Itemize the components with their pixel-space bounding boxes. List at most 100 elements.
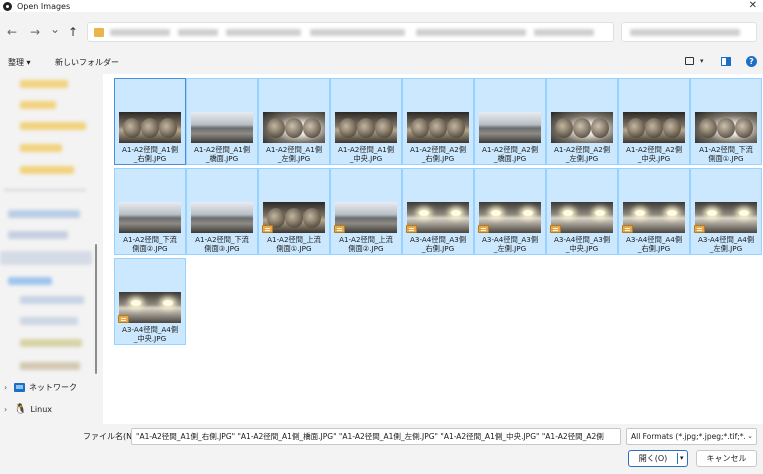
- image-file-type-icon: [622, 225, 633, 233]
- sidebar-item-blurred[interactable]: [8, 231, 68, 239]
- file-name-label: A1-A2径間_A2側 _右側.JPG: [403, 145, 473, 163]
- file-name-line: A1-A2径間_上流: [339, 235, 393, 244]
- file-name-label: A3-A4径間_A3側 _左側.JPG: [475, 235, 545, 253]
- sidebar-item-blurred[interactable]: [20, 144, 62, 152]
- sidebar-scrollbar[interactable]: [95, 244, 97, 374]
- preview-pane-icon[interactable]: [721, 57, 731, 66]
- file-name-line: A3-A4径間_A3側: [553, 235, 611, 244]
- sidebar-item-blurred[interactable]: [8, 210, 80, 218]
- file-thumbnail[interactable]: A1-A2径間_下流 側面②.JPG: [114, 168, 186, 255]
- file-name-line: _左側.JPG: [493, 244, 527, 253]
- sidebar-item-blurred[interactable]: [20, 362, 80, 370]
- file-thumbnail[interactable]: A1-A2径間_A1側 _橋面.JPG: [186, 78, 258, 165]
- panorama-image-preview: [335, 112, 397, 143]
- help-icon[interactable]: ?: [746, 56, 757, 67]
- window-title: Open Images: [17, 1, 71, 11]
- file-name-line: _左側.JPG: [277, 154, 311, 163]
- organize-button[interactable]: 整理 ▾: [8, 57, 31, 68]
- search-input[interactable]: [621, 22, 757, 42]
- file-thumbnail[interactable]: A3-A4径間_A4側 _左側.JPG: [690, 168, 762, 255]
- file-name-label: A1-A2径間_A2側 _橋面.JPG: [475, 145, 545, 163]
- panorama-image-preview: [119, 202, 181, 233]
- file-thumbnail[interactable]: A1-A2径間_A2側 _橋面.JPG: [474, 78, 546, 165]
- network-icon: [14, 383, 25, 392]
- file-thumbnail[interactable]: A1-A2径間_A2側 _右側.JPG: [402, 78, 474, 165]
- file-name-line: A1-A2径間_A1側: [265, 145, 323, 154]
- panorama-image-preview: [479, 112, 541, 143]
- recent-locations-chevron-icon[interactable]: ⌄: [50, 22, 60, 36]
- file-name-label: A1-A2径間_下流 側面①.JPG: [691, 145, 761, 163]
- panorama-image-preview: [407, 112, 469, 143]
- panorama-image-preview: [551, 112, 613, 143]
- file-name-label: A1-A2径間_上流 側面②.JPG: [331, 235, 401, 253]
- close-button[interactable]: ✕: [749, 0, 757, 12]
- image-file-type-icon: [262, 225, 273, 233]
- file-thumbnail[interactable]: A1-A2径間_下流 側面①.JPG: [690, 78, 762, 165]
- file-name-label: A1-A2径間_A2側 _中央.JPG: [619, 145, 689, 163]
- image-file-type-icon: [118, 315, 129, 323]
- file-thumbnail[interactable]: A1-A2径間_A1側 _右側.JPG: [114, 78, 186, 165]
- file-name-label: A1-A2径間_A1側 _右側.JPG: [115, 145, 185, 163]
- file-list-view[interactable]: A1-A2径間_A1側 _右側.JPG A1-A2径間_A1側 _橋面.JPG A1-A…: [103, 74, 763, 424]
- cancel-button[interactable]: キャンセル: [696, 450, 757, 467]
- file-name-line: 側面③.JPG: [204, 244, 240, 253]
- file-name-line: _中央.JPG: [133, 334, 167, 343]
- file-type-filter-select[interactable]: All Formats (*.jpg;*.jpeg;*.tif;*.ti ⌄: [626, 428, 757, 445]
- view-mode-chevron-icon[interactable]: ▾: [700, 57, 704, 65]
- file-thumbnail[interactable]: A1-A2径間_下流 側面③.JPG: [186, 168, 258, 255]
- file-thumbnail[interactable]: A3-A4径間_A4側 _中央.JPG: [114, 258, 186, 345]
- dialog-footer: ファイル名(N): "A1-A2径間_A1側_右側.JPG" "A1-A2径間_…: [0, 424, 763, 474]
- file-type-filter-value: All Formats (*.jpg;*.jpeg;*.tif;*.ti: [631, 432, 751, 441]
- filename-input[interactable]: "A1-A2径間_A1側_右側.JPG" "A1-A2径間_A1側_橋面.JPG…: [131, 428, 621, 445]
- new-folder-button[interactable]: 新しいフォルダー: [55, 57, 119, 68]
- file-name-label: A1-A2径間_A2側 _左側.JPG: [547, 145, 617, 163]
- file-thumbnail[interactable]: A3-A4径間_A3側 _右側.JPG: [402, 168, 474, 255]
- file-name-line: A1-A2径間_A2側: [409, 145, 467, 154]
- linux-penguin-icon: 🐧: [14, 404, 27, 415]
- expand-chevron-icon[interactable]: ›: [4, 405, 14, 414]
- file-name-label: A3-A4径間_A4側 _中央.JPG: [115, 325, 185, 343]
- sidebar-item-network[interactable]: › ネットワーク: [4, 382, 77, 393]
- file-thumbnail[interactable]: A3-A4径間_A4側 _右側.JPG: [618, 168, 690, 255]
- sidebar-item-blurred[interactable]: [20, 317, 78, 325]
- chevron-down-icon: ⌄: [745, 429, 753, 444]
- sidebar-item-blurred-selected[interactable]: [0, 251, 92, 265]
- file-thumbnail[interactable]: A1-A2径間_上流 側面①.JPG: [258, 168, 330, 255]
- file-thumbnail[interactable]: A1-A2径間_A2側 _左側.JPG: [546, 78, 618, 165]
- sidebar-item-blurred[interactable]: [20, 166, 74, 174]
- view-mode-icon[interactable]: [685, 57, 694, 65]
- address-bar[interactable]: [87, 22, 614, 42]
- file-thumbnail[interactable]: A1-A2径間_A1側 _中央.JPG: [330, 78, 402, 165]
- sidebar-item-linux[interactable]: › 🐧 Linux: [4, 404, 52, 415]
- file-thumbnail[interactable]: A1-A2径間_A1側 _左側.JPG: [258, 78, 330, 165]
- panorama-image-preview: [695, 112, 757, 143]
- sidebar-item-blurred[interactable]: [20, 339, 82, 347]
- panorama-image-preview: [623, 112, 685, 143]
- file-name-line: _中央.JPG: [349, 154, 383, 163]
- file-thumbnail[interactable]: A1-A2径間_上流 側面②.JPG: [330, 168, 402, 255]
- file-name-line: A1-A2径間_A2側: [553, 145, 611, 154]
- expand-chevron-icon[interactable]: ›: [4, 383, 14, 392]
- file-thumbnail[interactable]: A3-A4径間_A3側 _左側.JPG: [474, 168, 546, 255]
- file-name-label: A3-A4径間_A3側 _右側.JPG: [403, 235, 473, 253]
- file-name-line: 側面②.JPG: [132, 244, 168, 253]
- sidebar-item-blurred[interactable]: [20, 80, 68, 88]
- forward-arrow-icon[interactable]: →: [30, 25, 40, 39]
- open-options-chevron-icon[interactable]: ▾: [680, 451, 684, 466]
- app-icon: [3, 1, 12, 11]
- open-button[interactable]: 開く(O) ▾: [628, 450, 688, 467]
- file-name-label: A1-A2径間_下流 側面②.JPG: [115, 235, 185, 253]
- sidebar-item-blurred[interactable]: [8, 277, 52, 285]
- sidebar-item-blurred[interactable]: [20, 122, 86, 130]
- sidebar-item-blurred[interactable]: [20, 296, 84, 304]
- sidebar-item-blurred[interactable]: [20, 101, 56, 109]
- file-name-line: A1-A2径間_下流: [123, 235, 177, 244]
- back-arrow-icon[interactable]: ←: [7, 25, 17, 39]
- file-name-line: A1-A2径間_A2側: [625, 145, 683, 154]
- file-thumbnail[interactable]: A3-A4径間_A3側 _中央.JPG: [546, 168, 618, 255]
- file-name-line: A3-A4径間_A3側: [481, 235, 539, 244]
- file-name-line: A1-A2径間_A1側: [337, 145, 395, 154]
- filename-label: ファイル名(N):: [83, 432, 138, 441]
- file-thumbnail[interactable]: A1-A2径間_A2側 _中央.JPG: [618, 78, 690, 165]
- up-arrow-icon[interactable]: ↑: [68, 25, 78, 39]
